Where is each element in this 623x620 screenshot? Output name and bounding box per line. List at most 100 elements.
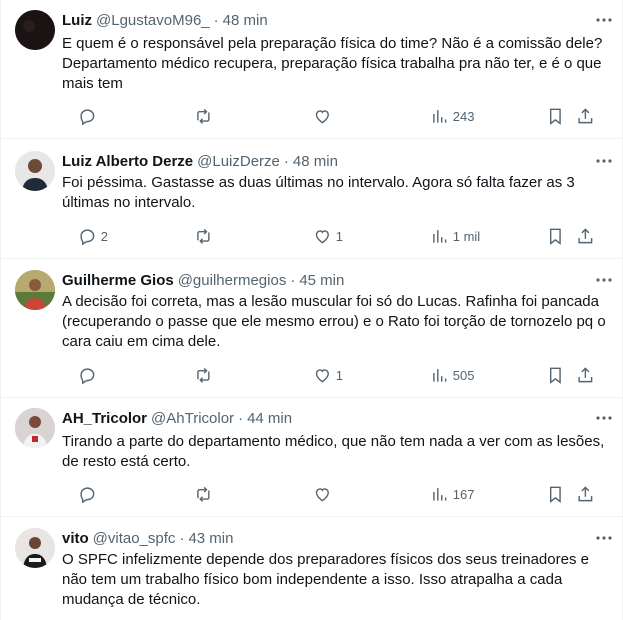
reply-icon xyxy=(80,109,95,126)
avatar[interactable] xyxy=(15,528,55,568)
display-name[interactable]: Luiz Alberto Derze xyxy=(62,153,193,170)
view-count: 167 xyxy=(452,486,475,502)
share-button[interactable] xyxy=(576,106,595,126)
separator-dot: · xyxy=(290,271,296,289)
like-button[interactable]: 1 xyxy=(313,365,343,385)
reply-button[interactable] xyxy=(78,106,101,126)
timestamp[interactable]: 48 min xyxy=(293,153,338,170)
bookmark-icon xyxy=(549,108,561,125)
tweet-header: Guilherme Gios @guilhermegios · 45 min xyxy=(62,270,582,290)
repost-icon xyxy=(197,108,210,124)
share-button[interactable] xyxy=(576,484,595,504)
like-button[interactable] xyxy=(313,484,336,504)
timestamp[interactable]: 45 min xyxy=(299,272,344,289)
reply-button[interactable] xyxy=(78,365,101,385)
tweet[interactable]: vito @vitao_spfc · 43 min O SPFC infeliz… xyxy=(1,517,622,620)
reply-icon xyxy=(80,368,95,385)
repost-icon xyxy=(197,367,210,383)
more-options-button[interactable] xyxy=(594,10,614,30)
timestamp[interactable]: 44 min xyxy=(247,410,292,427)
heart-icon xyxy=(315,487,329,502)
tweet-header: vito @vitao_spfc · 43 min xyxy=(62,528,582,548)
tweet-text: O SPFC infelizmente depende dos preparad… xyxy=(62,551,589,608)
more-icon xyxy=(596,416,612,420)
views-button[interactable]: 243 xyxy=(430,106,474,126)
views-button[interactable]: 167 xyxy=(430,484,474,504)
share-icon xyxy=(578,366,593,382)
analytics-icon xyxy=(433,368,447,382)
tweet-text: Foi péssima. Gastasse as duas últimas no… xyxy=(62,174,575,211)
share-button[interactable] xyxy=(576,226,595,246)
views-button[interactable]: 505 xyxy=(430,365,474,385)
separator-dot: · xyxy=(283,152,289,170)
tweet-text: Tirando a parte do departamento médico, … xyxy=(62,433,605,470)
user-handle[interactable]: @AhTricolor xyxy=(151,410,234,427)
user-handle[interactable]: @LuizDerze xyxy=(197,153,280,170)
reply-button[interactable] xyxy=(78,484,101,504)
separator-dot: · xyxy=(179,529,185,547)
more-icon xyxy=(596,536,612,540)
analytics-icon xyxy=(433,229,447,243)
tweet-actions: 1 505 xyxy=(62,365,610,385)
tweet[interactable]: Luiz @LgustavoM96_ · 48 min E quem é o r… xyxy=(1,0,622,138)
more-options-button[interactable] xyxy=(594,408,614,428)
bookmark-button[interactable] xyxy=(546,226,565,246)
like-count: 1 xyxy=(335,228,343,244)
user-handle[interactable]: @LgustavoM96_ xyxy=(96,12,210,29)
share-icon xyxy=(578,227,593,243)
tweet-actions: 2 1 1 mil xyxy=(62,226,610,246)
more-options-button[interactable] xyxy=(594,151,614,171)
repost-button[interactable] xyxy=(194,365,217,385)
bookmark-button[interactable] xyxy=(546,365,565,385)
view-count: 243 xyxy=(452,108,475,124)
share-button[interactable] xyxy=(576,365,595,385)
user-handle[interactable]: @vitao_spfc xyxy=(93,530,176,547)
tweet-actions: 243 xyxy=(62,106,610,126)
avatar[interactable] xyxy=(15,408,55,448)
repost-button[interactable] xyxy=(194,226,217,246)
more-options-button[interactable] xyxy=(594,270,614,290)
avatar[interactable] xyxy=(15,151,55,191)
view-count: 505 xyxy=(452,367,475,383)
tweet-text: E quem é o responsável pela preparação f… xyxy=(62,35,603,92)
tweet-actions: 167 xyxy=(62,484,610,504)
reply-button[interactable]: 2 xyxy=(78,226,108,246)
avatar[interactable] xyxy=(15,270,55,310)
tweet-text: A decisão foi correta, mas a lesão muscu… xyxy=(62,293,606,350)
reply-count: 2 xyxy=(100,228,108,244)
repost-button[interactable] xyxy=(194,484,217,504)
bookmark-icon xyxy=(549,486,561,503)
bookmark-button[interactable] xyxy=(546,106,565,126)
display-name[interactable]: AH_Tricolor xyxy=(62,410,147,427)
avatar[interactable] xyxy=(15,10,55,50)
bookmark-icon xyxy=(549,367,561,384)
bookmark-icon xyxy=(549,228,561,245)
like-button[interactable]: 1 xyxy=(313,226,343,246)
tweet[interactable]: AH_Tricolor @AhTricolor · 44 min Tirando… xyxy=(1,398,622,517)
separator-dot: · xyxy=(238,409,244,427)
analytics-icon xyxy=(433,487,447,501)
display-name[interactable]: Luiz xyxy=(62,12,92,29)
tweet[interactable]: Luiz Alberto Derze @LuizDerze · 48 min F… xyxy=(1,139,622,258)
tweet-header: AH_Tricolor @AhTricolor · 44 min xyxy=(62,408,582,428)
reply-feed: Luiz @LgustavoM96_ · 48 min E quem é o r… xyxy=(0,0,623,620)
like-button[interactable] xyxy=(313,106,336,126)
more-options-button[interactable] xyxy=(594,528,614,548)
tweet[interactable]: Guilherme Gios @guilhermegios · 45 min A… xyxy=(1,259,622,398)
timestamp[interactable]: 48 min xyxy=(223,12,268,29)
heart-icon xyxy=(315,368,329,383)
more-icon xyxy=(596,278,612,282)
display-name[interactable]: Guilherme Gios xyxy=(62,272,174,289)
display-name[interactable]: vito xyxy=(62,530,89,547)
more-icon xyxy=(596,159,612,163)
repost-icon xyxy=(197,228,210,244)
timestamp[interactable]: 43 min xyxy=(188,530,233,547)
tweet-header: Luiz Alberto Derze @LuizDerze · 48 min xyxy=(62,151,582,171)
bookmark-button[interactable] xyxy=(546,484,565,504)
heart-icon xyxy=(315,109,329,124)
views-button[interactable]: 1 mil xyxy=(430,226,480,246)
user-handle[interactable]: @guilhermegios xyxy=(178,272,287,289)
reply-icon xyxy=(80,487,95,504)
repost-button[interactable] xyxy=(194,106,217,126)
like-count: 1 xyxy=(335,367,343,383)
